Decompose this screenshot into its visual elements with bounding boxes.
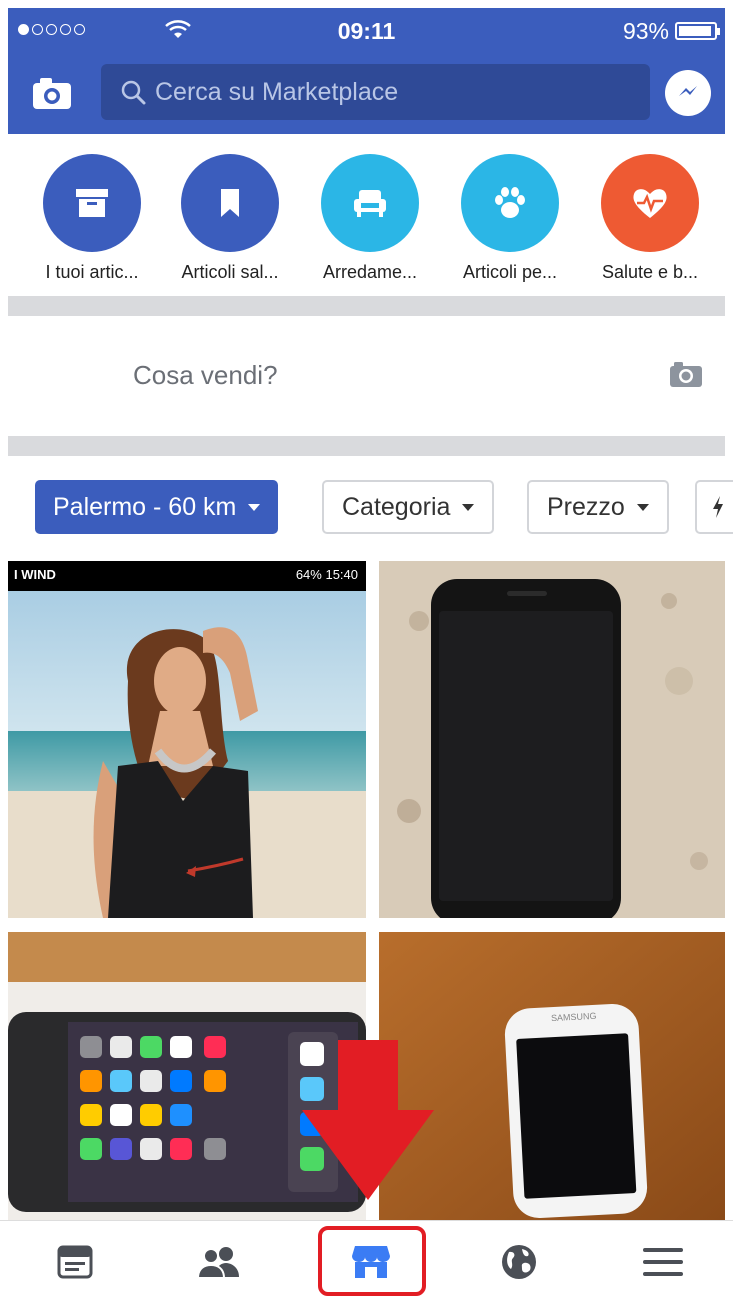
sell-prompt-text: Cosa vendi? <box>133 360 278 390</box>
chevron-down-icon <box>462 503 475 511</box>
battery-icon <box>675 22 720 40</box>
menu-icon <box>643 1248 683 1276</box>
tab-friends[interactable] <box>194 1237 244 1287</box>
category-label: Articoli pe... <box>462 262 558 282</box>
filter-location[interactable]: Palermo - 60 km <box>35 480 279 534</box>
listing-item[interactable]: I WIND 64% 15:40 <box>8 561 366 918</box>
archive-icon <box>43 154 141 252</box>
chevron-down-icon <box>636 503 649 511</box>
messenger-button[interactable] <box>665 70 711 116</box>
annotation-highlight-box <box>318 1226 426 1296</box>
category-pet-supplies[interactable]: Articoli pe... <box>440 154 580 283</box>
filter-price[interactable]: Prezzo <box>527 480 669 534</box>
camera-icon[interactable] <box>669 360 703 388</box>
divider <box>8 296 725 316</box>
globe-icon <box>502 1245 536 1279</box>
lightning-icon <box>713 496 723 518</box>
search-icon <box>121 80 146 105</box>
category-furniture[interactable]: Arredame... <box>300 154 440 283</box>
tab-menu[interactable] <box>638 1237 688 1287</box>
camera-button[interactable] <box>32 76 72 110</box>
status-bar: 09:11 93% <box>8 8 725 52</box>
filter-more[interactable] <box>695 480 733 534</box>
listing-photo <box>8 561 366 918</box>
sell-prompt[interactable]: Cosa vendi? <box>8 316 725 436</box>
news-feed-icon <box>57 1245 93 1279</box>
filter-label: Categoria <box>342 492 451 521</box>
battery-percentage: 93% <box>622 18 669 44</box>
category-label: Salute e b... <box>601 262 699 282</box>
filter-category[interactable]: Categoria <box>322 480 495 534</box>
chevron-down-icon <box>248 503 261 511</box>
listing-status-right: 64% 15:40 <box>295 567 358 582</box>
annotation-arrow <box>302 1040 434 1200</box>
friends-icon <box>197 1247 239 1279</box>
app-header: 09:11 93% Cerca su Marketplace <box>8 8 725 134</box>
tab-notifications-globe[interactable] <box>494 1237 544 1287</box>
filter-label: Palermo - 60 km <box>53 492 237 521</box>
filter-bar: Palermo - 60 km Categoria Prezzo <box>0 456 733 560</box>
category-saved-items[interactable]: Articoli sal... <box>160 154 300 283</box>
messenger-icon <box>679 86 697 96</box>
listing-photo <box>379 561 725 918</box>
tab-news-feed[interactable] <box>50 1237 100 1287</box>
category-label: Articoli sal... <box>181 262 279 282</box>
listing-item[interactable] <box>379 561 725 918</box>
divider <box>8 436 725 456</box>
search-input[interactable]: Cerca su Marketplace <box>101 64 650 120</box>
category-label: Arredame... <box>322 262 418 282</box>
filter-label: Prezzo <box>547 492 625 521</box>
search-placeholder: Cerca su Marketplace <box>155 77 399 106</box>
bookmark-icon <box>181 154 279 252</box>
armchair-icon <box>321 154 419 252</box>
category-carousel: I tuoi artic... Articoli sal... Arredame… <box>0 134 733 294</box>
listing-status-left: I WIND <box>14 567 56 582</box>
category-health-beauty[interactable]: Salute e b... <box>580 154 720 283</box>
category-your-items[interactable]: I tuoi artic... <box>22 154 162 283</box>
clock: 09:11 <box>337 18 396 44</box>
heart-pulse-icon <box>601 154 699 252</box>
category-label: I tuoi artic... <box>45 262 139 282</box>
paw-icon <box>461 154 559 252</box>
